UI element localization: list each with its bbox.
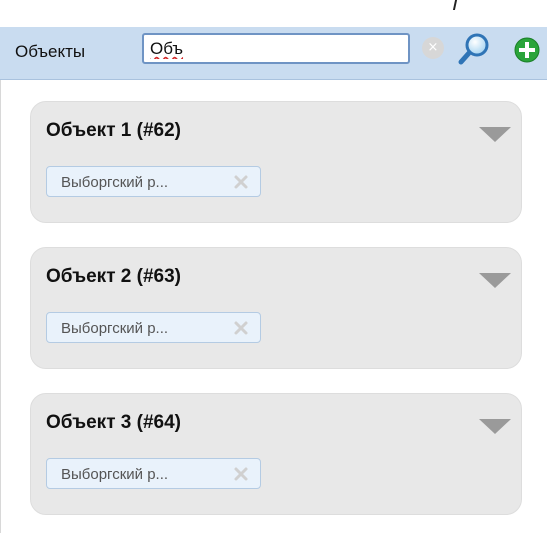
text-cursor-mark bbox=[452, 0, 458, 10]
object-card: Объект 3 (#64) Выборгский р... bbox=[30, 393, 522, 515]
add-object-button[interactable] bbox=[512, 35, 542, 65]
x-icon bbox=[234, 175, 248, 189]
search-input[interactable] bbox=[142, 33, 410, 64]
district-tag[interactable]: Выборгский р... bbox=[46, 312, 261, 343]
object-title: Объект 3 (#64) bbox=[46, 412, 181, 433]
remove-tag-button[interactable] bbox=[233, 320, 249, 336]
objects-header: Объекты × bbox=[0, 27, 547, 80]
magnifier-icon bbox=[458, 33, 489, 65]
panel-left-border bbox=[0, 80, 1, 533]
tag-label: Выборгский р... bbox=[61, 320, 169, 337]
expand-toggle[interactable] bbox=[479, 273, 511, 289]
triangle-down-icon bbox=[479, 127, 511, 142]
top-strip bbox=[0, 0, 547, 27]
tag-label: Выборгский р... bbox=[61, 174, 169, 191]
district-tag[interactable]: Выборгский р... bbox=[46, 166, 261, 197]
expand-toggle[interactable] bbox=[479, 419, 511, 435]
object-card: Объект 2 (#63) Выборгский р... bbox=[30, 247, 522, 369]
triangle-down-icon bbox=[479, 419, 511, 434]
remove-tag-button[interactable] bbox=[233, 174, 249, 190]
district-tag[interactable]: Выборгский р... bbox=[46, 458, 261, 489]
tag-label: Выборгский р... bbox=[61, 466, 169, 483]
object-title: Объект 1 (#62) bbox=[46, 120, 181, 141]
search-button[interactable] bbox=[457, 32, 493, 66]
plus-circle-icon bbox=[514, 37, 540, 63]
x-icon bbox=[234, 321, 248, 335]
expand-toggle[interactable] bbox=[479, 127, 511, 143]
object-title: Объект 2 (#63) bbox=[46, 266, 181, 287]
remove-tag-button[interactable] bbox=[233, 466, 249, 482]
x-icon bbox=[234, 467, 248, 481]
objects-title: Объекты bbox=[15, 42, 86, 61]
clear-search-button[interactable]: × bbox=[422, 37, 444, 59]
triangle-down-icon bbox=[479, 273, 511, 288]
object-card: Объект 1 (#62) Выборгский р... bbox=[30, 101, 522, 223]
